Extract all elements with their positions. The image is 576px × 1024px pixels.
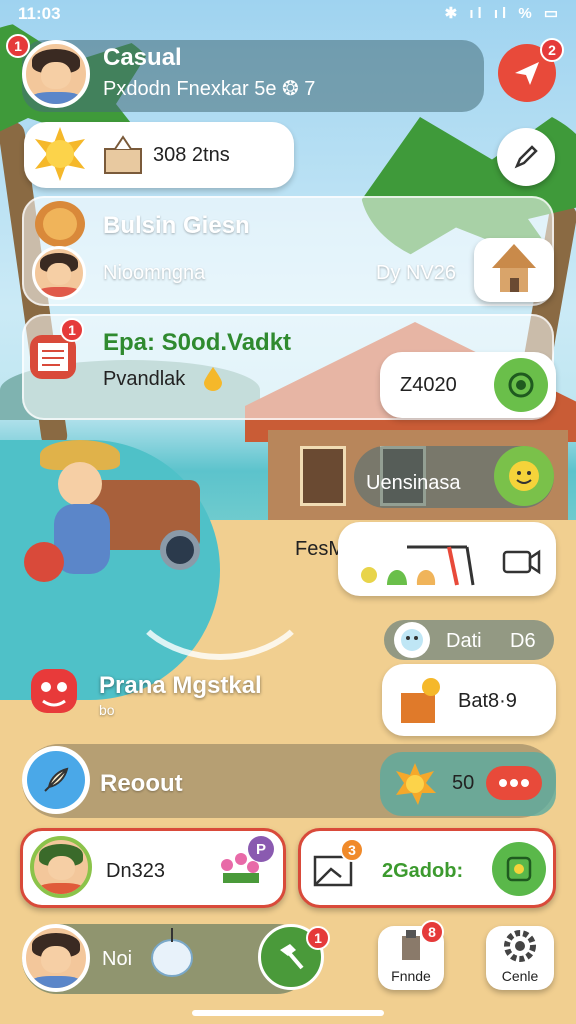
report-button[interactable]: [22, 746, 90, 814]
leaf-icon: [508, 372, 534, 398]
date-label: Dati: [446, 630, 482, 652]
date-face-icon: [394, 622, 430, 658]
home-indicator[interactable]: [192, 1010, 384, 1016]
gear-icon: [504, 930, 536, 962]
edit-button[interactable]: [497, 128, 555, 186]
settings-button[interactable]: Cenle: [486, 926, 554, 990]
coin-icon: [32, 198, 88, 250]
finance-label: Fnnde: [391, 968, 431, 984]
business-avatar: [32, 246, 86, 300]
report-counter: 50: [452, 772, 475, 794]
drop-icon: [200, 364, 226, 392]
date-value: D6: [510, 630, 536, 652]
mask-title: Prana Mgstkal: [99, 672, 262, 699]
nav-profile-avatar[interactable]: [22, 924, 90, 992]
friend-avatar: [30, 836, 92, 898]
profile-name: Casual: [103, 44, 182, 71]
crate-value: Bat8·9: [458, 690, 517, 712]
mail-open-button[interactable]: [492, 842, 546, 896]
status-time: 11:03: [18, 4, 61, 23]
event-subtitle: Pvandlak: [103, 368, 186, 390]
mail-badge: 3: [340, 838, 364, 862]
report-label: Reoout: [100, 770, 183, 797]
map-badge: 1: [306, 926, 330, 950]
crate-icon: [394, 672, 444, 728]
dots-icon: [499, 779, 529, 787]
resources-value: 308 2tns: [153, 144, 230, 166]
business-title: Bulsin Giesn: [103, 212, 250, 239]
pen-icon: [514, 145, 538, 169]
tissue-box-icon: [100, 130, 146, 180]
settings-label: Cenle: [501, 968, 539, 984]
mail-value: 2Gadob:: [382, 860, 464, 882]
finance-badge: 8: [420, 920, 444, 944]
smiley-icon: [509, 461, 539, 491]
event-title: Epa: S0od.Vadkt: [103, 329, 292, 356]
hut-icon: [492, 244, 536, 292]
mask-subtitle: bo: [99, 702, 115, 718]
status-bar: 11:03 ✱ ıl ıl % ▭: [0, 0, 576, 30]
friend-badge: P: [248, 836, 274, 862]
friend-value: Dn323: [106, 860, 165, 882]
business-right-text: Dy NV26: [376, 262, 457, 284]
profile-avatar[interactable]: [22, 40, 90, 108]
hut-button[interactable]: [474, 238, 554, 302]
festival-items-icon: [356, 534, 486, 590]
hammer-icon: [280, 944, 304, 970]
quest-label: Uensinasa: [366, 472, 461, 494]
sun-icon: [30, 124, 90, 184]
house-window: [300, 446, 346, 506]
helmet-icon: [148, 922, 196, 982]
red-mask-icon: [24, 660, 84, 720]
nav-profile-label: Noi: [102, 948, 133, 970]
map-pin-icon: [506, 856, 532, 882]
status-icons: ✱ ıl ıl % ▭: [444, 5, 562, 22]
chat-button[interactable]: [486, 766, 542, 800]
event-badge: 1: [60, 318, 84, 342]
business-subtitle: Nioomngna: [103, 262, 206, 284]
camera-icon[interactable]: [500, 542, 542, 578]
profile-subtitle: Pxdodn Fnexkar 5e ❂ 7: [103, 78, 316, 100]
counter-value: Z4020: [400, 374, 457, 396]
leaf-button[interactable]: [494, 358, 548, 412]
sunburst-icon[interactable]: [390, 760, 440, 808]
send-badge: 2: [540, 38, 564, 62]
feather-icon: [44, 767, 69, 792]
quest-smiley-button[interactable]: [494, 446, 554, 506]
profile-badge: 1: [6, 34, 30, 58]
paper-plane-icon: [515, 62, 539, 85]
character-on-cart: [24, 440, 200, 590]
